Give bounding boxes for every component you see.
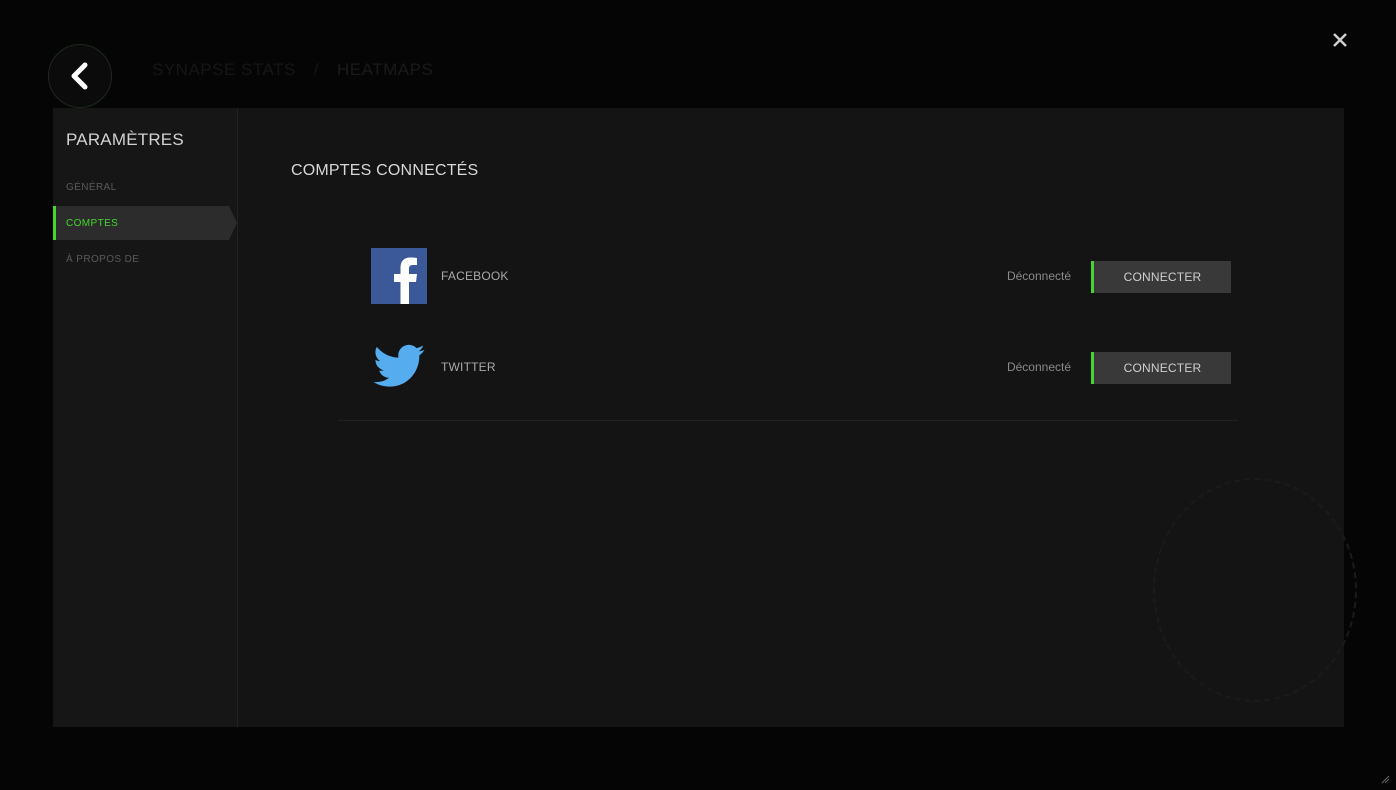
settings-window: SYNAPSE STATS / HEATMAPS PARAMÈTRES GÉNÉ… bbox=[0, 0, 1396, 790]
resize-grip-icon[interactable] bbox=[1380, 774, 1390, 784]
account-status: Déconnecté bbox=[1006, 269, 1071, 283]
breadcrumb-separator: / bbox=[313, 60, 320, 79]
page-title: COMPTES CONNECTÉS bbox=[291, 162, 479, 179]
background-decoration bbox=[1153, 478, 1357, 702]
account-row-twitter: TWITTER Déconnecté CONNECTER bbox=[371, 339, 1231, 397]
chevron-left-icon bbox=[71, 62, 88, 90]
settings-sidebar: PARAMÈTRES GÉNÉRAL COMPTES À PROPOS DE bbox=[53, 108, 238, 727]
facebook-icon bbox=[371, 248, 427, 304]
connect-twitter-button[interactable]: CONNECTER bbox=[1091, 352, 1231, 384]
account-status: Déconnecté bbox=[1006, 360, 1071, 374]
sidebar-item-label: COMPTES bbox=[66, 217, 119, 229]
twitter-icon bbox=[373, 344, 425, 387]
sidebar-item-general[interactable]: GÉNÉRAL bbox=[53, 170, 229, 204]
account-row-facebook: FACEBOOK Déconnecté CONNECTER bbox=[371, 248, 1231, 306]
sidebar-item-label: GÉNÉRAL bbox=[66, 181, 117, 193]
divider bbox=[338, 420, 1238, 421]
account-name: TWITTER bbox=[441, 360, 496, 374]
breadcrumb-current: HEATMAPS bbox=[337, 60, 434, 79]
sidebar-title: PARAMÈTRES bbox=[66, 130, 184, 149]
account-name: FACEBOOK bbox=[441, 269, 509, 283]
connect-facebook-button[interactable]: CONNECTER bbox=[1091, 261, 1231, 293]
breadcrumb: SYNAPSE STATS / HEATMAPS bbox=[152, 60, 433, 80]
settings-panel: PARAMÈTRES GÉNÉRAL COMPTES À PROPOS DE C… bbox=[53, 108, 1357, 727]
breadcrumb-prev[interactable]: SYNAPSE STATS bbox=[152, 60, 296, 80]
back-button[interactable] bbox=[48, 44, 112, 108]
close-button[interactable] bbox=[1328, 28, 1352, 52]
sidebar-item-label: À PROPOS DE bbox=[66, 253, 140, 265]
sidebar-item-a-propos[interactable]: À PROPOS DE bbox=[53, 242, 229, 276]
close-icon bbox=[1333, 33, 1347, 47]
sidebar-item-comptes[interactable]: COMPTES bbox=[53, 206, 237, 240]
